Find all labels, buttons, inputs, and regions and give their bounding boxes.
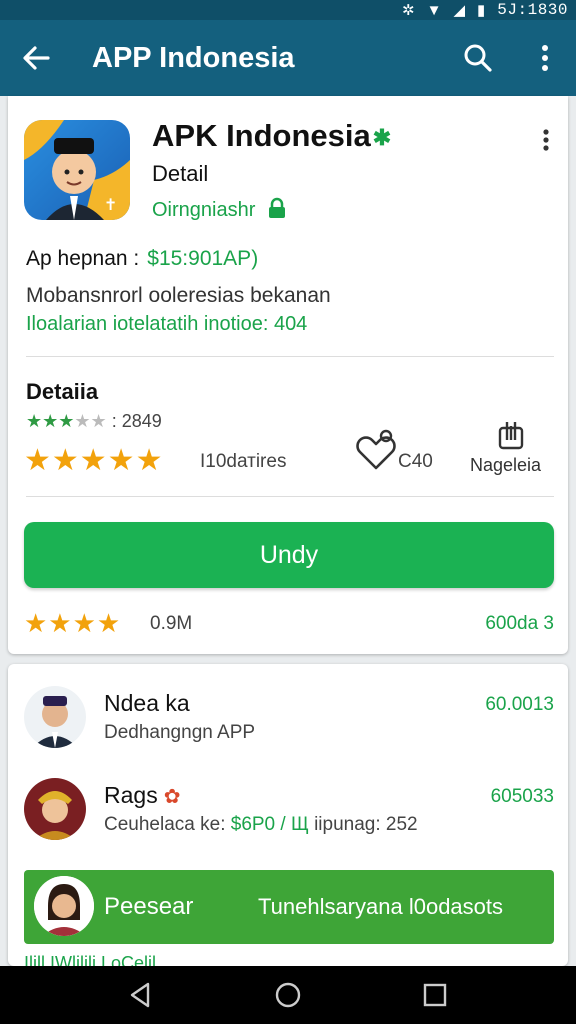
list-item-title: Rags ✿: [104, 782, 181, 808]
verified-text: Oirngniashr: [152, 199, 256, 221]
list-item[interactable]: Ndea ka Dedhangngn APP 60.0013: [8, 676, 568, 756]
avatar: [24, 778, 86, 840]
app-size: 0.9M: [150, 613, 193, 634]
rating-count: : 2849: [111, 411, 162, 431]
back-arrow-icon[interactable]: [18, 40, 54, 76]
avatar: [24, 686, 86, 748]
list-item-value: 60.0013: [485, 694, 554, 715]
divider: [26, 356, 554, 357]
download-count: 600da 3: [485, 613, 554, 634]
list-item-title: Ndea ka: [104, 690, 190, 716]
bottom-rating-stars: ★★★★: [24, 608, 122, 638]
verified-badge-icon: ✱: [372, 124, 392, 150]
promo-message: Tunehlsaryana l0odasots: [258, 894, 504, 919]
description-line-1: Mobansnrorl ooleresias bekanan: [26, 284, 331, 307]
nav-recents-icon[interactable]: [420, 980, 450, 1010]
price-label: Ap hepnan :: [26, 247, 140, 270]
details-title: Detaiia: [26, 379, 99, 404]
app-subtitle: Detail: [152, 161, 209, 186]
app-bar: APP Indonesia: [0, 20, 576, 96]
share-icon[interactable]: [496, 418, 526, 450]
review-label: I10dатires: [200, 451, 287, 472]
nav-home-icon[interactable]: [273, 980, 303, 1010]
app-bar-title: APP Indonesia: [92, 42, 295, 74]
list-item-subtitle: Ceuhelaca ke: $6P0 / Щ iipunag: 252: [104, 814, 418, 835]
nav-back-icon[interactable]: [126, 980, 156, 1010]
related-list-card: Ndea ka Dedhangngn APP 60.0013 Rags ✿ Ceu…: [8, 664, 568, 966]
more-vert-icon[interactable]: [530, 40, 560, 76]
price-row: Ap hepnan : $15:901AP): [26, 244, 258, 274]
avatar: [34, 876, 94, 936]
divider: [26, 496, 554, 497]
promo-banner[interactable]: Peesear Tunehlsaryana l0odasots: [24, 870, 554, 944]
promo-label: Peesear: [104, 893, 194, 920]
description-line-2: Iloalarian iotelatatih inotioe: 404: [26, 313, 308, 335]
peek-text: Ilill IWlilili LoCelil: [24, 954, 157, 966]
share-label: Nagelеia: [470, 455, 542, 475]
tag-icon: ✿: [163, 786, 181, 808]
list-item-value: 605033: [490, 786, 554, 807]
favorite-icon[interactable]: [354, 426, 398, 472]
lock-icon: [268, 197, 285, 218]
app-detail-card: ✝ APK Indonesia✱ Detail Oirngniashr Ap h…: [8, 96, 568, 654]
rating-stars-small: ★★★: [26, 411, 75, 431]
price-value: $15:901AP): [147, 247, 259, 270]
small-rating: ★★★★★ : 2849: [26, 411, 162, 431]
wifi-icon: ▼: [426, 1, 442, 19]
signal-icon: ◢: [453, 2, 466, 19]
app-icon[interactable]: ✝: [24, 120, 130, 220]
svg-text:✝: ✝: [104, 195, 117, 214]
app-name: APK Indonesia✱: [152, 118, 392, 153]
list-item[interactable]: Rags ✿ Ceuhelaca ke: $6P0 / Щ iipunag: 25…: [8, 768, 568, 848]
rating-stars: ★★★★★: [24, 444, 164, 477]
app-more-icon[interactable]: [538, 128, 554, 152]
app-verified-line: Oirngniashr: [152, 196, 287, 224]
battery-icon: ▮: [477, 2, 486, 19]
system-nav-bar: [0, 966, 576, 1024]
list-item-subtitle: Dedhangngn APP: [104, 722, 256, 743]
status-bar: ✲ ▼ ◢ ▮ 5J:1830: [0, 0, 576, 20]
settings-icon: ✲: [402, 2, 415, 19]
favorite-value: C40: [398, 451, 433, 472]
primary-action-button[interactable]: Undy: [24, 522, 554, 588]
search-icon[interactable]: [460, 40, 496, 76]
status-clock: 5J:1830: [497, 1, 568, 19]
